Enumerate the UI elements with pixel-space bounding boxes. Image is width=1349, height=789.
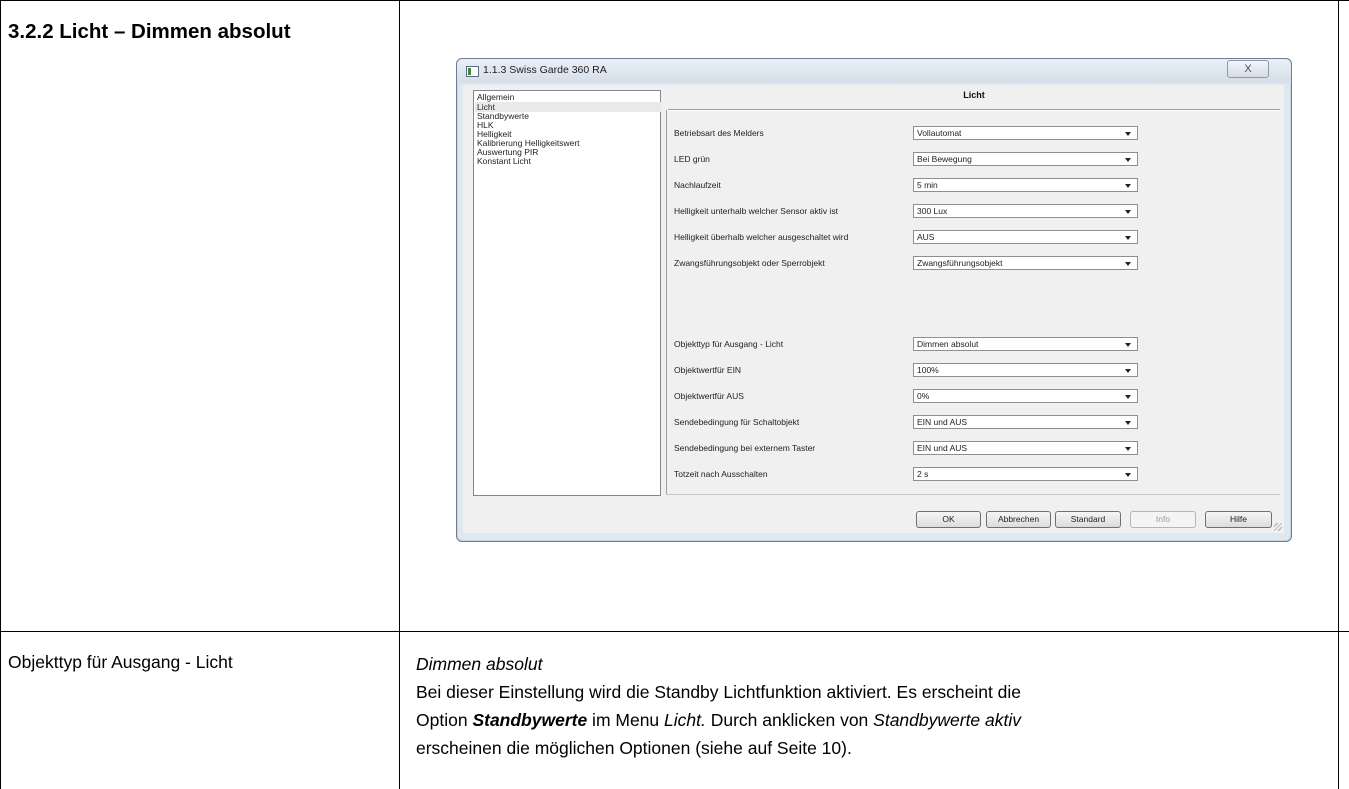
param-label: Betriebsart des Melders xyxy=(674,128,764,138)
dropdown-arrow-icon xyxy=(1125,421,1131,425)
panel-divider-highlight xyxy=(668,110,1280,111)
help-button[interactable]: Hilfe xyxy=(1205,511,1272,528)
param-select[interactable]: Zwangsführungsobjekt xyxy=(913,256,1138,270)
info-button[interactable]: Info xyxy=(1130,511,1196,528)
description: Dimmen absolut Bei dieser Einstellung wi… xyxy=(416,650,1316,762)
cancel-button[interactable]: Abbrechen xyxy=(986,511,1051,528)
dropdown-arrow-icon xyxy=(1125,447,1131,451)
table-column-divider xyxy=(399,0,400,789)
param-label: Sendebedingung bei externem Taster xyxy=(674,443,816,453)
select-value: 5 min xyxy=(917,180,938,190)
select-value: 2 s xyxy=(917,469,929,479)
parameter-menu-list[interactable]: Allgemein Licht Standbywerte HLK Helligk… xyxy=(473,90,661,496)
dropdown-arrow-icon xyxy=(1125,158,1131,162)
select-value: Vollautomat xyxy=(917,128,962,138)
row-label: Objekttyp für Ausgang - Licht xyxy=(8,652,233,672)
param-label: Objekttyp für Ausgang - Licht xyxy=(674,339,784,349)
description-line: Option Standbywerte im Menu Licht. Durch… xyxy=(416,710,1022,730)
param-select[interactable]: EIN und AUS xyxy=(913,441,1138,455)
param-label: Objektwertfür AUS xyxy=(674,391,744,401)
param-label: LED grün xyxy=(674,154,710,164)
dialog-title: 1.1.3 Swiss Garde 360 RA xyxy=(483,64,607,76)
table-row-divider xyxy=(0,631,1349,632)
description-line: Bei dieser Einstellung wird die Standby … xyxy=(416,682,1022,702)
table-right-border xyxy=(1338,0,1339,789)
param-select[interactable]: AUS xyxy=(913,230,1138,244)
dialog-titlebar[interactable]: 1.1.3 Swiss Garde 360 RA X xyxy=(457,59,1291,83)
panel-left-divider xyxy=(666,110,667,495)
dropdown-arrow-icon xyxy=(1125,132,1131,136)
close-button[interactable]: X xyxy=(1227,60,1269,78)
select-value: AUS xyxy=(917,232,935,242)
dropdown-arrow-icon xyxy=(1125,210,1131,214)
param-select[interactable]: 2 s xyxy=(913,467,1138,481)
param-select[interactable]: Dimmen absolut xyxy=(913,337,1138,351)
param-select[interactable]: 0% xyxy=(913,389,1138,403)
table-top-border xyxy=(0,0,1349,1)
param-select[interactable]: Vollautomat xyxy=(913,126,1138,140)
app-icon xyxy=(466,66,479,77)
dialog-client-area: Allgemein Licht Standbywerte HLK Helligk… xyxy=(463,85,1284,533)
menu-item-allgemein[interactable]: Allgemein xyxy=(477,92,514,102)
select-value: 100% xyxy=(917,365,939,375)
select-value: Bei Bewegung xyxy=(917,154,972,164)
param-label: Sendebedingung für Schaltobjekt xyxy=(674,417,800,427)
dropdown-arrow-icon xyxy=(1125,184,1131,188)
panel-bottom-divider xyxy=(666,494,1280,495)
select-value: 300 Lux xyxy=(917,206,948,216)
param-select[interactable]: 100% xyxy=(913,363,1138,377)
param-label: Objektwertfür EIN xyxy=(674,365,742,375)
select-value: 0% xyxy=(917,391,930,401)
select-value: Zwangsführungsobjekt xyxy=(917,258,1003,268)
dropdown-arrow-icon xyxy=(1125,369,1131,373)
param-label: Helligkeit unterhalb welcher Sensor akti… xyxy=(674,206,838,216)
menu-item-konstant-licht[interactable]: Konstant Licht xyxy=(477,156,531,166)
param-label: Totzeit nach Ausschalten xyxy=(674,469,768,479)
dropdown-arrow-icon xyxy=(1125,262,1131,266)
dropdown-arrow-icon xyxy=(1125,343,1131,347)
dropdown-arrow-icon xyxy=(1125,395,1131,399)
standard-button[interactable]: Standard xyxy=(1055,511,1121,528)
param-select[interactable]: 300 Lux xyxy=(913,204,1138,218)
settings-dialog: 1.1.3 Swiss Garde 360 RA X Allgemein Lic… xyxy=(456,58,1292,542)
param-label: Helligkeit überhalb welcher ausgeschalte… xyxy=(674,232,849,242)
select-value: EIN und AUS xyxy=(917,443,968,453)
panel-title: Licht xyxy=(963,90,985,100)
param-label: Zwangsführungsobjekt oder Sperrobjekt xyxy=(674,258,825,268)
param-select[interactable]: Bei Bewegung xyxy=(913,152,1138,166)
description-line: erscheinen die möglichen Optionen (siehe… xyxy=(416,738,852,758)
section-title: 3.2.2 Licht – Dimmen absolut xyxy=(8,20,291,43)
param-label: Nachlaufzeit xyxy=(674,180,721,190)
param-select[interactable]: EIN und AUS xyxy=(913,415,1138,429)
ok-button[interactable]: OK xyxy=(916,511,981,528)
param-select[interactable]: 5 min xyxy=(913,178,1138,192)
resize-grip-icon[interactable] xyxy=(1274,523,1282,531)
select-value: Dimmen absolut xyxy=(917,339,979,349)
description-heading: Dimmen absolut xyxy=(416,654,543,674)
table-left-border xyxy=(0,0,1,789)
select-value: EIN und AUS xyxy=(917,417,968,427)
dropdown-arrow-icon xyxy=(1125,236,1131,240)
dropdown-arrow-icon xyxy=(1125,473,1131,477)
